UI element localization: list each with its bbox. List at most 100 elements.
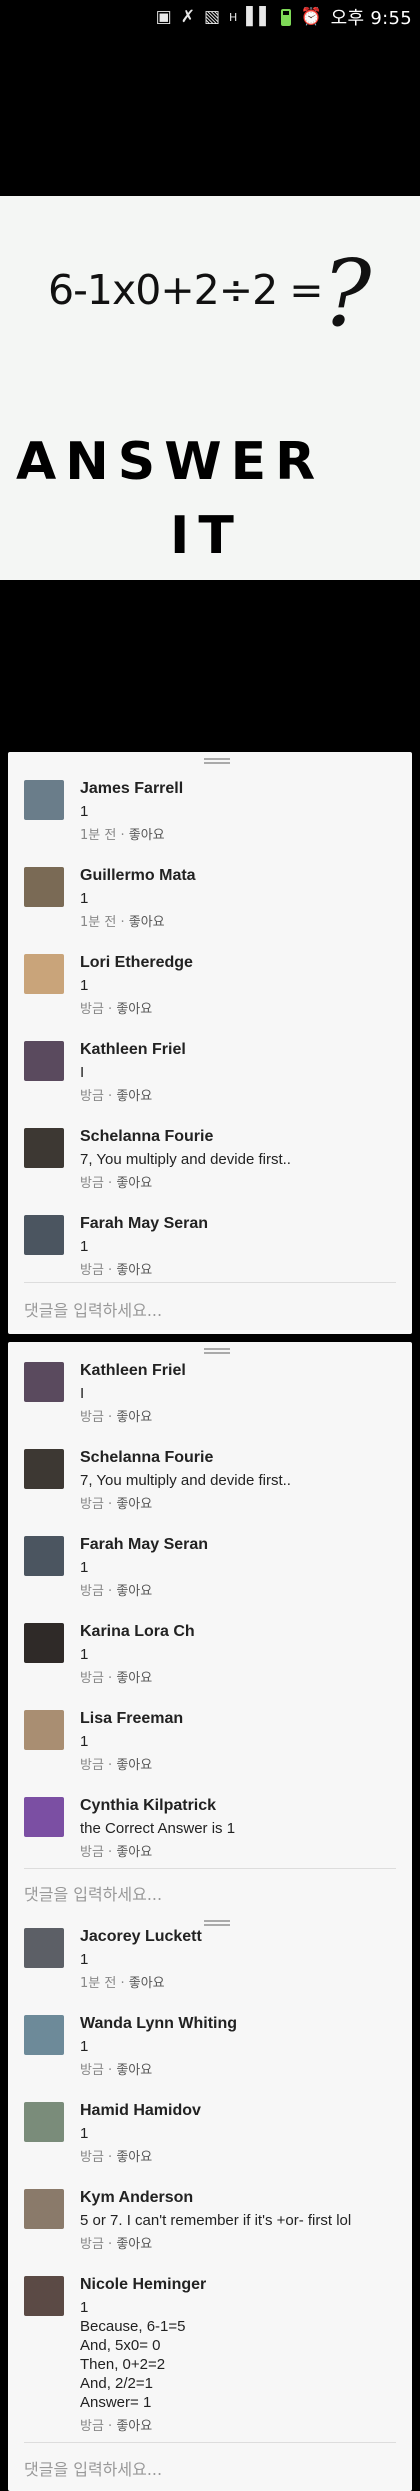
commenter-name[interactable]: Farah May Seran [80,1215,208,1233]
like-link[interactable]: 좋아요 [116,1845,152,1860]
comment-text: 1 [80,1733,89,1750]
like-link[interactable]: 좋아요 [116,1089,152,1104]
comment-meta: 방금 · 좋아요 [80,2415,152,2434]
avatar[interactable] [24,1928,64,1968]
comments-panel[interactable]: Kathleen Friel I 방금 · 좋아요 Schelanna Fourie 7… [8,1342,412,1922]
vibrate-icon: ▧ [203,6,221,27]
avatar[interactable] [24,1215,64,1255]
comment-meta: 방금 · 좋아요 [80,2233,152,2252]
mute-icon: ✗ [180,6,195,27]
comment-item: Jacorey Luckett 1 1분 전 · 좋아요 [8,1928,412,1991]
like-link[interactable]: 좋아요 [116,1584,152,1599]
like-link[interactable]: 좋아요 [129,828,165,843]
commenter-name[interactable]: Karina Lora Ch [80,1623,195,1641]
commenter-name[interactable]: Nicole Heminger [80,2276,206,2294]
commenter-name[interactable]: Farah May Seran [80,1536,208,1554]
comment-text: 1 [80,1646,89,1663]
comment-item: Farah May Seran 1 방금 · 좋아요 [8,1536,412,1599]
avatar[interactable] [24,2102,64,2142]
comment-input[interactable]: 댓글을 입력하세요... [24,1880,394,1910]
like-link[interactable]: 좋아요 [116,2150,152,2165]
drag-handle-icon[interactable] [204,758,230,764]
comment-timestamp: 방금 [80,2237,104,2252]
comment-item: Schelanna Fourie 7, You multiply and devi… [8,1128,412,1191]
comment-input[interactable]: 댓글을 입력하세요... [24,2455,394,2485]
comment-item: Cynthia Kilpatrick the Correct Answer is … [8,1797,412,1860]
like-link[interactable]: 좋아요 [116,2419,152,2434]
comment-meta: 방금 · 좋아요 [80,1580,152,1599]
comment-text: 1 [80,977,89,994]
like-link[interactable]: 좋아요 [116,2237,152,2252]
comment-item: Guillermo Mata 1 1분 전 · 좋아요 [8,867,412,930]
separator-dot: · [103,1497,117,1512]
avatar[interactable] [24,1128,64,1168]
avatar[interactable] [24,2276,64,2316]
network-icon: H [229,10,238,24]
like-link[interactable]: 좋아요 [129,1976,165,1991]
separator-dot: · [103,1263,117,1278]
avatar[interactable] [24,1449,64,1489]
comments-panel[interactable]: Jacorey Luckett 1 1분 전 · 좋아요 Wanda Lynn Whi… [8,1914,412,2491]
commenter-name[interactable]: Wanda Lynn Whiting [80,2015,237,2033]
comment-timestamp: 방금 [80,1002,104,1017]
separator-dot: · [103,1584,117,1599]
commenter-name[interactable]: Jacorey Luckett [80,1928,202,1946]
avatar[interactable] [24,1710,64,1750]
comment-timestamp: 방금 [80,1263,104,1278]
comment-item: Nicole Heminger 1 Because, 6-1=5 And, 5x0… [8,2276,412,2434]
commenter-name[interactable]: James Farrell [80,780,183,798]
comment-text: 1 [80,803,89,820]
separator-dot: · [103,1410,117,1425]
comment-input[interactable]: 댓글을 입력하세요... [24,1296,394,1326]
commenter-name[interactable]: Lori Etheredge [80,954,193,972]
drag-handle-icon[interactable] [204,1920,230,1926]
comment-timestamp: 방금 [80,1176,104,1191]
avatar[interactable] [24,1623,64,1663]
comment-item: Schelanna Fourie 7, You multiply and devi… [8,1449,412,1512]
like-link[interactable]: 좋아요 [116,1263,152,1278]
comment-timestamp: 방금 [80,2419,104,2434]
divider [24,2442,396,2443]
like-link[interactable]: 좋아요 [116,1497,152,1512]
comment-text: 7, You multiply and devide first.. [80,1151,291,1168]
comments-panel[interactable]: James Farrell 1 1분 전 · 좋아요 Guillermo Mata 1 1… [8,752,412,1334]
separator-dot: · [103,1176,117,1191]
battery-icon [281,8,292,26]
comment-meta: 1분 전 · 좋아요 [80,824,165,843]
separator-dot: · [103,2419,117,2434]
like-link[interactable]: 좋아요 [129,915,165,930]
commenter-name[interactable]: Lisa Freeman [80,1710,183,1728]
like-link[interactable]: 좋아요 [116,1671,152,1686]
avatar[interactable] [24,1536,64,1576]
avatar[interactable] [24,780,64,820]
separator-dot: · [116,1976,129,1991]
avatar[interactable] [24,1362,64,1402]
like-link[interactable]: 좋아요 [116,1758,152,1773]
avatar[interactable] [24,1797,64,1837]
commenter-name[interactable]: Hamid Hamidov [80,2102,201,2120]
commenter-name[interactable]: Guillermo Mata [80,867,196,885]
comment-text: 7, You multiply and devide first.. [80,1472,291,1489]
drag-handle-icon[interactable] [204,1348,230,1354]
avatar[interactable] [24,1041,64,1081]
commenter-name[interactable]: Kym Anderson [80,2189,193,2207]
commenter-name[interactable]: Cynthia Kilpatrick [80,1797,216,1815]
comment-item: James Farrell 1 1분 전 · 좋아요 [8,780,412,843]
like-link[interactable]: 좋아요 [116,1002,152,1017]
avatar[interactable] [24,2189,64,2229]
post-image[interactable]: 6-1x0+2÷2 = ? ANSWER IT [0,196,420,580]
comment-meta: 방금 · 좋아요 [80,1259,152,1278]
avatar[interactable] [24,954,64,994]
alarm-icon: ⏰ [300,6,322,27]
commenter-name[interactable]: Kathleen Friel [80,1041,186,1059]
commenter-name[interactable]: Schelanna Fourie [80,1128,213,1146]
avatar[interactable] [24,2015,64,2055]
commenter-name[interactable]: Schelanna Fourie [80,1449,213,1467]
comment-meta: 방금 · 좋아요 [80,998,152,1017]
like-link[interactable]: 좋아요 [116,2063,152,2078]
comment-item: Hamid Hamidov 1 방금 · 좋아요 [8,2102,412,2165]
avatar[interactable] [24,867,64,907]
like-link[interactable]: 좋아요 [116,1410,152,1425]
commenter-name[interactable]: Kathleen Friel [80,1362,186,1380]
like-link[interactable]: 좋아요 [116,1176,152,1191]
